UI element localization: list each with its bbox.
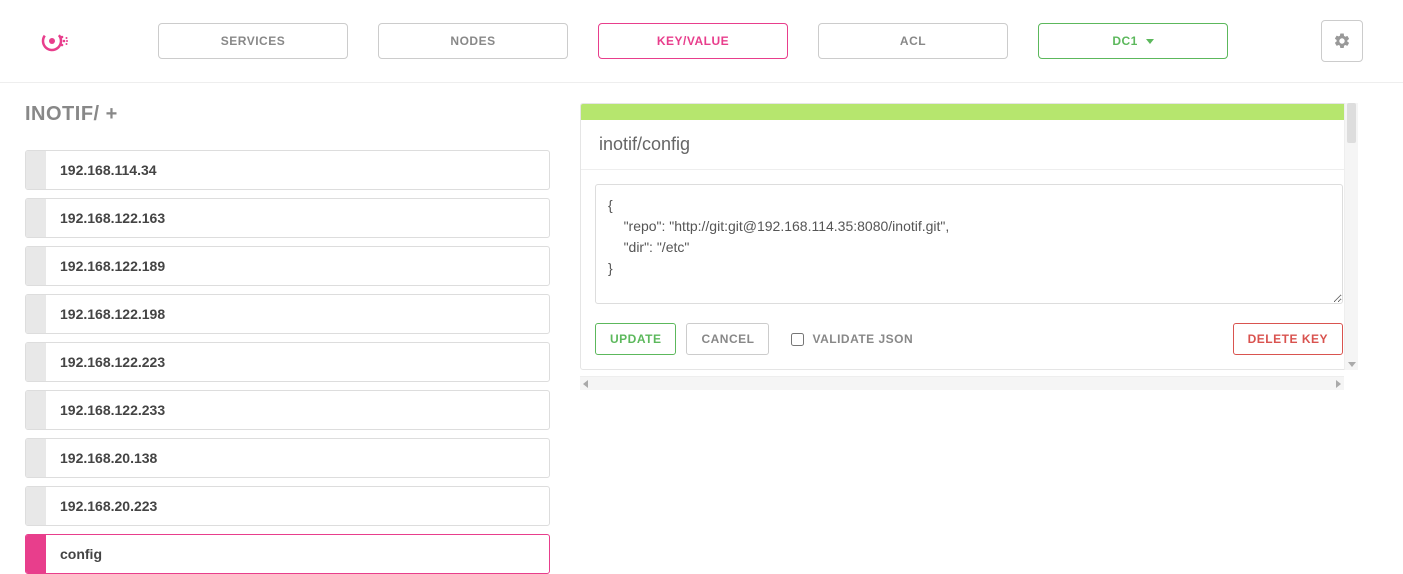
key-item-marker	[26, 439, 46, 477]
key-item-label: config	[46, 535, 116, 573]
value-editor-panel: inotif/config UPDATE CANCEL VALIDATE JSO…	[580, 103, 1378, 574]
key-list: 192.168.114.34 192.168.122.163 192.168.122…	[25, 150, 550, 574]
key-item-marker	[26, 343, 46, 381]
key-item-label: 192.168.122.163	[46, 199, 179, 237]
scroll-right-icon	[1336, 380, 1341, 388]
tab-keyvalue[interactable]: KEY/VALUE	[598, 23, 788, 59]
key-item-marker	[26, 487, 46, 525]
editor-key-path: inotif/config	[581, 120, 1357, 170]
key-item[interactable]: 192.168.122.189	[25, 246, 550, 286]
gear-icon	[1333, 32, 1351, 50]
key-item[interactable]: 192.168.20.138	[25, 438, 550, 478]
key-item-label: 192.168.20.138	[46, 439, 171, 477]
key-item[interactable]: 192.168.20.223	[25, 486, 550, 526]
scroll-down-icon	[1348, 362, 1356, 367]
value-textarea[interactable]	[595, 184, 1343, 304]
key-item-marker	[26, 247, 46, 285]
settings-button[interactable]	[1321, 20, 1363, 62]
delete-key-button[interactable]: DELETE KEY	[1233, 323, 1343, 355]
key-item-label: 192.168.122.189	[46, 247, 179, 285]
key-item-label: 192.168.122.223	[46, 343, 179, 381]
key-browser-panel: INOTIF/ + 192.168.114.34192.168.122.1631…	[25, 103, 550, 574]
key-item[interactable]: config	[25, 534, 550, 574]
update-button[interactable]: UPDATE	[595, 323, 676, 355]
key-item-marker	[26, 295, 46, 333]
tab-nodes[interactable]: NODES	[378, 23, 568, 59]
tab-services[interactable]: SERVICES	[158, 23, 348, 59]
key-item-marker	[26, 391, 46, 429]
caret-down-icon	[1146, 39, 1154, 44]
validate-json-toggle[interactable]: VALIDATE JSON	[791, 332, 913, 346]
scroll-thumb[interactable]	[1347, 103, 1356, 143]
nav-tabs: SERVICES NODES KEY/VALUE ACL DC1	[158, 23, 1291, 59]
datacenter-label: DC1	[1112, 34, 1138, 48]
tab-acl[interactable]: ACL	[818, 23, 1008, 59]
topbar: SERVICES NODES KEY/VALUE ACL DC1	[0, 0, 1403, 83]
key-item-marker	[26, 535, 46, 573]
datacenter-dropdown[interactable]: DC1	[1038, 23, 1228, 59]
key-item-label: 192.168.20.223	[46, 487, 171, 525]
key-item[interactable]: 192.168.114.34	[25, 150, 550, 190]
breadcrumb[interactable]: INOTIF/ +	[25, 103, 550, 126]
key-item-label: 192.168.114.34	[46, 151, 171, 189]
key-item[interactable]: 192.168.122.223	[25, 342, 550, 382]
key-item-label: 192.168.122.198	[46, 295, 179, 333]
content: INOTIF/ + 192.168.114.34192.168.122.1631…	[0, 83, 1403, 574]
key-item-label: 192.168.122.233	[46, 391, 179, 429]
consul-logo-icon	[40, 27, 68, 55]
key-item-marker	[26, 199, 46, 237]
horizontal-scrollbar[interactable]	[580, 376, 1344, 390]
cancel-button[interactable]: CANCEL	[686, 323, 769, 355]
editor-card: inotif/config UPDATE CANCEL VALIDATE JSO…	[580, 103, 1358, 370]
key-item-marker	[26, 151, 46, 189]
key-item[interactable]: 192.168.122.163	[25, 198, 550, 238]
status-indicator	[581, 104, 1357, 120]
scroll-left-icon	[583, 380, 588, 388]
vertical-scrollbar[interactable]	[1344, 103, 1358, 370]
key-item[interactable]: 192.168.122.233	[25, 390, 550, 430]
key-item[interactable]: 192.168.122.198	[25, 294, 550, 334]
validate-json-label: VALIDATE JSON	[812, 332, 913, 346]
validate-json-checkbox[interactable]	[791, 333, 804, 346]
editor-actions: UPDATE CANCEL VALIDATE JSON DELETE KEY	[581, 323, 1357, 369]
